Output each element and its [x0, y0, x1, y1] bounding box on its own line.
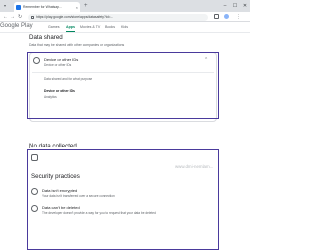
- purpose-line: Data shared and for what purpose: [44, 77, 93, 81]
- tab-list-chevron-icon[interactable]: ▾: [4, 3, 6, 8]
- nav-books[interactable]: Books: [105, 25, 115, 29]
- browser-tab-bar: ▾ Remember for Whatsap... × + – ☐ ✕: [0, 0, 250, 12]
- menu-dots-icon[interactable]: ⋮: [236, 13, 241, 21]
- shared-item-title: Device or other IDs: [44, 89, 75, 93]
- url-field[interactable]: https://play.google.com/store/apps/datas…: [28, 13, 208, 21]
- tab-close-icon[interactable]: ×: [76, 5, 78, 10]
- forward-arrow-icon[interactable]: →: [10, 13, 15, 21]
- nav-games[interactable]: Games: [48, 25, 60, 29]
- browser-tab[interactable]: Remember for Whatsap... ×: [14, 2, 80, 12]
- url-text: https://play.google.com/store/apps/datas…: [36, 15, 114, 19]
- deleted-title: Data can't be deleted: [42, 205, 80, 210]
- nav-apps[interactable]: Apps: [66, 25, 75, 32]
- encrypted-subtitle: Your data isn't transferred over a secur…: [42, 194, 115, 198]
- address-bar-row: ← → ↻ https://play.google.com/store/apps…: [0, 12, 250, 22]
- watermark: www.dmi-nemlam...: [175, 164, 214, 169]
- lock-shield-icon: [31, 154, 38, 161]
- nav-kids[interactable]: Kids: [121, 25, 128, 29]
- card-divider: [32, 72, 214, 73]
- back-arrow-icon[interactable]: ←: [3, 13, 8, 21]
- deleted-subtitle: The developer doesn't provide a way for …: [42, 211, 156, 215]
- delete-icon: [31, 205, 38, 212]
- google-play-logo[interactable]: Google Play: [0, 23, 33, 29]
- encrypted-title: Data isn't encrypted: [42, 188, 78, 193]
- data-shared-subtext: Data that may be shared with other compa…: [29, 43, 125, 47]
- lock-icon: [31, 15, 34, 19]
- category-title[interactable]: Device or other IDs: [44, 57, 78, 62]
- maximize-button[interactable]: ☐: [230, 0, 240, 12]
- google-play-favicon-icon: [16, 4, 21, 10]
- data-shared-heading: Data shared: [29, 34, 63, 41]
- play-store-header: Google Play Games Apps Movies & TV Books…: [0, 22, 250, 33]
- chevron-up-icon[interactable]: ⌃: [204, 57, 208, 63]
- category-subtitle: Device or other IDs: [44, 63, 72, 67]
- extensions-icon[interactable]: [214, 14, 219, 19]
- shared-item-purpose: Analytics: [44, 95, 57, 99]
- nav-movies-tv[interactable]: Movies & TV: [80, 25, 100, 29]
- tab-title: Remember for Whatsap...: [23, 5, 62, 9]
- device-id-icon: [33, 57, 40, 64]
- security-heading: Security practices: [31, 173, 80, 180]
- not-encrypted-icon: [31, 188, 38, 195]
- new-tab-button[interactable]: +: [84, 2, 88, 10]
- profile-avatar-icon[interactable]: [224, 14, 229, 19]
- minimize-button[interactable]: –: [220, 0, 230, 12]
- close-window-button[interactable]: ✕: [240, 0, 250, 12]
- reload-icon[interactable]: ↻: [18, 13, 22, 21]
